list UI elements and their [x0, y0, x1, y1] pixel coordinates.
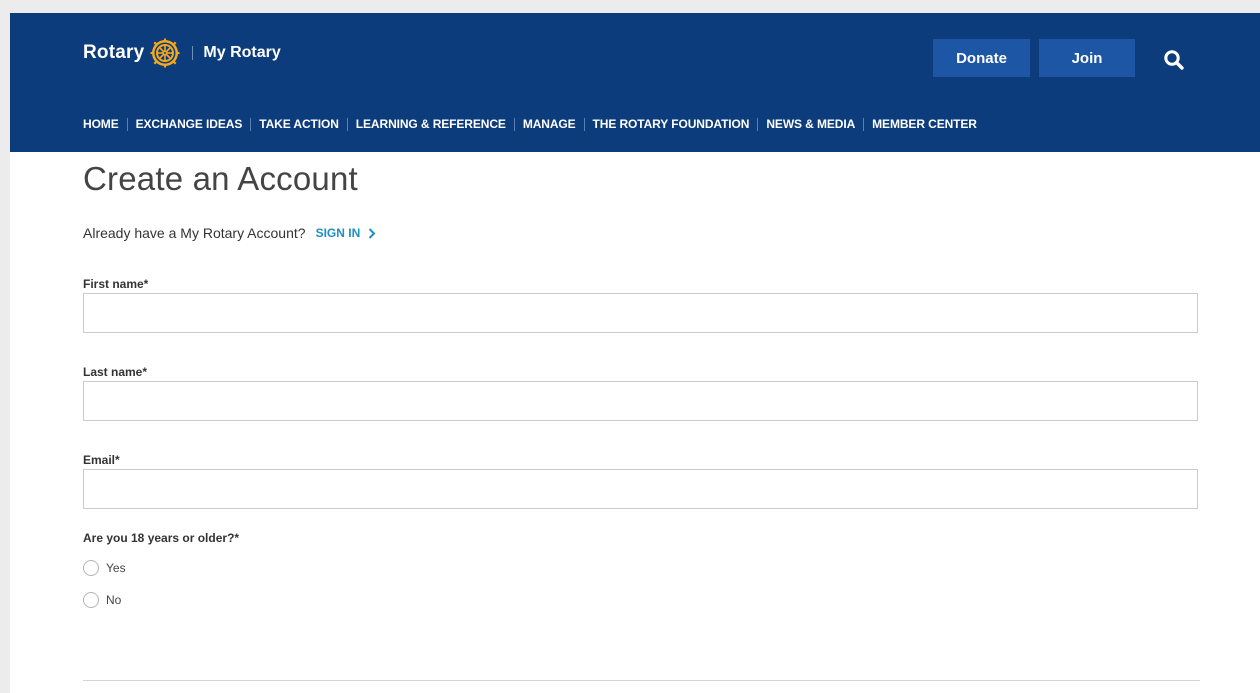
page: Rotary My Rotary Donate Join HOME EXCHAN…: [10, 13, 1260, 693]
nav-divider: [126, 117, 128, 131]
nav-divider: [513, 117, 515, 131]
rotary-wheel-icon: [150, 38, 180, 68]
sign-in-prompt: Already have a My Rotary Account? SIGN I…: [83, 225, 376, 241]
nav-item-learning-reference[interactable]: LEARNING & REFERENCE: [356, 117, 506, 131]
nav-divider: [757, 117, 759, 131]
already-text: Already have a My Rotary Account?: [83, 225, 306, 241]
form-divider: [83, 680, 1200, 681]
sign-in-label: SIGN IN: [315, 226, 361, 240]
email-label: Email*: [83, 453, 120, 467]
nav-item-member-center[interactable]: MEMBER CENTER: [872, 117, 977, 131]
nav-item-take-action[interactable]: TAKE ACTION: [259, 117, 339, 131]
last-name-label: Last name*: [83, 365, 148, 379]
radio-no-label: No: [106, 593, 122, 607]
age-question-label: Are you 18 years or older?*: [83, 531, 240, 545]
donate-button[interactable]: Donate: [933, 39, 1030, 77]
site-header: Rotary My Rotary Donate Join HOME EXCHAN…: [10, 13, 1260, 152]
nav-divider: [250, 117, 252, 131]
radio-no[interactable]: [83, 592, 99, 608]
site-name[interactable]: My Rotary: [203, 44, 280, 62]
nav-item-rotary-foundation[interactable]: THE ROTARY FOUNDATION: [593, 117, 750, 131]
rotary-logo[interactable]: Rotary My Rotary: [83, 38, 281, 68]
main-nav: HOME EXCHANGE IDEAS TAKE ACTION LEARNING…: [83, 117, 977, 131]
age-option-yes[interactable]: Yes: [83, 560, 126, 576]
search-icon[interactable]: [1163, 49, 1185, 71]
page-title: Create an Account: [83, 160, 358, 197]
nav-divider: [583, 117, 585, 131]
radio-yes[interactable]: [83, 560, 99, 576]
nav-item-manage[interactable]: MANAGE: [523, 117, 576, 131]
logo-divider: [192, 46, 194, 60]
last-name-field[interactable]: [83, 381, 1198, 421]
nav-divider: [863, 117, 865, 131]
email-field[interactable]: [83, 469, 1198, 509]
age-option-no[interactable]: No: [83, 592, 121, 608]
chevron-right-icon: [369, 227, 376, 239]
nav-divider: [346, 117, 348, 131]
logo-text: Rotary: [83, 42, 145, 63]
sign-in-link[interactable]: SIGN IN: [316, 226, 377, 240]
nav-item-exchange-ideas[interactable]: EXCHANGE IDEAS: [136, 117, 243, 131]
nav-item-news-media[interactable]: NEWS & MEDIA: [766, 117, 855, 131]
first-name-label: First name*: [83, 277, 149, 291]
join-button[interactable]: Join: [1039, 39, 1135, 77]
radio-yes-label: Yes: [106, 561, 126, 575]
first-name-field[interactable]: [83, 293, 1198, 333]
nav-item-home[interactable]: HOME: [83, 117, 119, 131]
